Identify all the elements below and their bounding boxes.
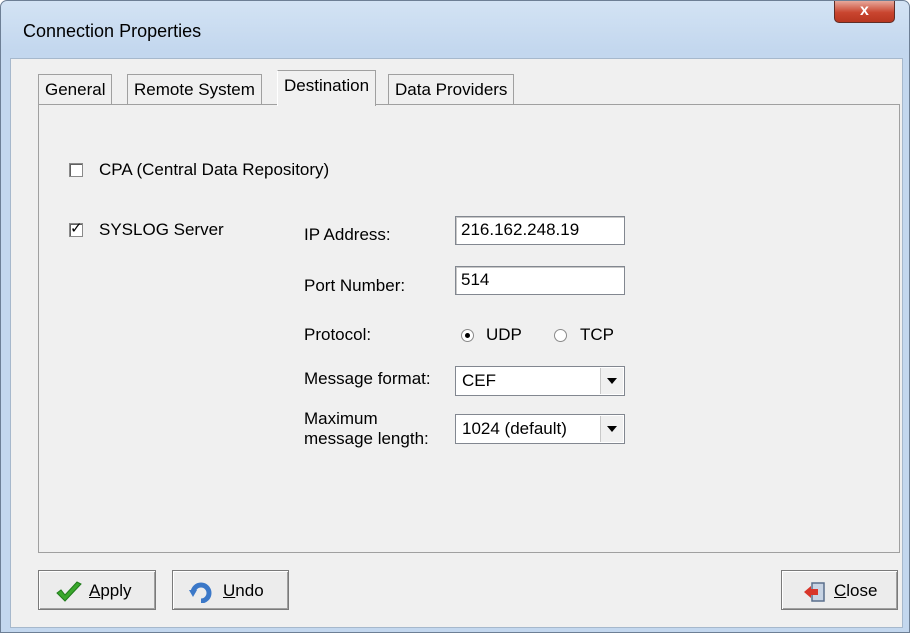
ip-address-input[interactable]: 216.162.248.19 <box>455 216 625 245</box>
dialog-client-area: General Remote System Destination Data P… <box>10 58 903 628</box>
max-message-length-select[interactable]: 1024 (default) <box>455 414 625 444</box>
exit-door-icon <box>804 582 825 602</box>
window-close-button[interactable]: x <box>834 1 895 23</box>
max-length-label-line1: Maximum <box>304 409 378 428</box>
undo-icon <box>189 582 212 603</box>
syslog-checkbox[interactable]: ✓ <box>69 220 83 237</box>
tcp-label[interactable]: TCP <box>580 325 614 345</box>
max-message-length-value: 1024 (default) <box>462 419 567 438</box>
dropdown-button[interactable] <box>600 368 623 394</box>
close-icon: x <box>860 2 869 19</box>
message-format-label: Message format: <box>304 369 431 388</box>
syslog-label[interactable]: SYSLOG Server <box>99 220 224 240</box>
chevron-down-icon <box>607 378 617 384</box>
max-message-length-label: Maximum message length: <box>304 409 429 449</box>
udp-radio[interactable] <box>461 329 474 342</box>
tcp-radio[interactable] <box>554 329 567 342</box>
udp-label[interactable]: UDP <box>486 325 522 345</box>
dropdown-button[interactable] <box>600 416 623 442</box>
checkmark-icon: ✓ <box>70 220 83 237</box>
tab-label: Remote System <box>134 80 255 99</box>
tab-general[interactable]: General <box>38 74 113 104</box>
message-format-value: CEF <box>462 371 496 390</box>
apply-button[interactable]: Apply <box>38 570 156 610</box>
ip-address-label: IP Address: <box>304 225 391 244</box>
connection-properties-window: Connection Properties x General Remote S… <box>0 0 910 633</box>
tab-label: Destination <box>284 76 370 95</box>
apply-label: Apply <box>89 581 132 600</box>
protocol-label: Protocol: <box>304 325 372 344</box>
window-title: Connection Properties <box>23 21 202 41</box>
tab-label: General <box>45 80 106 99</box>
close-button[interactable]: Close <box>781 570 898 610</box>
undo-button[interactable]: Undo <box>172 570 289 610</box>
checkmark-icon <box>56 581 82 602</box>
cpa-label[interactable]: CPA (Central Data Repository) <box>99 160 329 180</box>
chevron-down-icon <box>607 426 617 432</box>
tab-destination[interactable]: Destination <box>277 70 377 106</box>
undo-label: Undo <box>223 581 264 600</box>
port-number-input[interactable]: 514 <box>455 266 625 295</box>
port-number-label: Port Number: <box>304 276 406 295</box>
destination-tab-panel: CPA (Central Data Repository) ✓ SYSLOG S… <box>38 105 900 553</box>
tab-remote-system[interactable]: Remote System <box>127 74 262 104</box>
radio-selected-dot <box>465 333 470 338</box>
max-length-label-line2: message length: <box>304 429 429 448</box>
cpa-checkbox[interactable] <box>69 163 83 177</box>
tab-label: Data Providers <box>395 80 508 99</box>
message-format-select[interactable]: CEF <box>455 366 625 396</box>
tab-data-providers[interactable]: Data Providers <box>388 74 515 104</box>
close-label: Close <box>834 581 878 600</box>
